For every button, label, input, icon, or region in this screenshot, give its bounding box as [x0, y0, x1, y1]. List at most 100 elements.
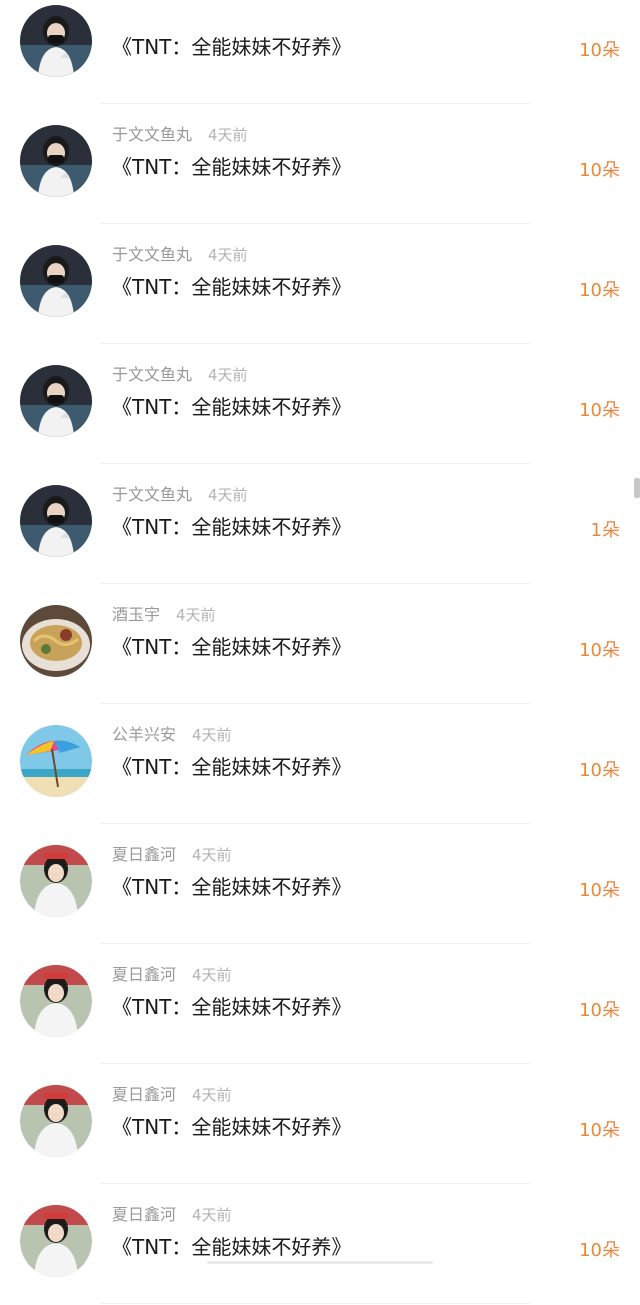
avatar[interactable]	[20, 125, 92, 197]
divider	[100, 463, 530, 464]
timestamp: 4天前	[208, 366, 248, 384]
book-title[interactable]: 《TNT：全能妹妹不好养》	[112, 151, 351, 183]
beach-umbrella-icon	[20, 725, 92, 797]
timestamp: 4天前	[192, 966, 232, 984]
girl-mask-icon	[20, 365, 92, 437]
timestamp: 4天前	[208, 126, 248, 144]
book-title[interactable]: 《TNT：全能妹妹不好养》	[112, 631, 351, 663]
avatar[interactable]	[20, 965, 92, 1037]
girl-mask-icon	[20, 5, 92, 77]
timestamp: 4天前	[208, 486, 248, 504]
noodle-bowl-icon	[20, 605, 92, 677]
list-item[interactable]: 公羊兴安 4天前《TNT：全能妹妹不好养》 10朵	[0, 705, 640, 825]
username[interactable]: 于文文鱼丸	[112, 365, 192, 384]
avatar[interactable]	[20, 485, 92, 557]
gift-amount: 10朵	[579, 160, 620, 181]
avatar[interactable]	[20, 725, 92, 797]
username[interactable]: 夏日鑫河	[112, 845, 176, 864]
username[interactable]: 于文文鱼丸	[112, 485, 192, 504]
home-indicator	[207, 1261, 433, 1264]
book-title[interactable]: 《TNT：全能妹妹不好养》	[112, 271, 351, 303]
gift-amount: 1朵	[590, 520, 620, 541]
book-title[interactable]: 《TNT：全能妹妹不好养》	[112, 1111, 351, 1143]
book-title[interactable]: 《TNT：全能妹妹不好养》	[112, 1231, 351, 1263]
user-meta: 于文文鱼丸 4天前	[112, 243, 248, 267]
user-meta: 于文文鱼丸 4天前	[112, 123, 248, 147]
costume-girl-icon	[20, 845, 92, 917]
book-title[interactable]: 《TNT：全能妹妹不好养》	[112, 511, 351, 543]
divider	[100, 1063, 530, 1064]
gift-amount: 10朵	[579, 40, 620, 61]
username[interactable]: 于文文鱼丸	[112, 125, 192, 144]
book-title[interactable]: 《TNT：全能妹妹不好养》	[112, 871, 351, 903]
gift-amount: 10朵	[579, 1240, 620, 1261]
avatar[interactable]	[20, 245, 92, 317]
timestamp: 4天前	[192, 1206, 232, 1224]
gift-amount: 10朵	[579, 1000, 620, 1021]
gift-amount: 10朵	[579, 760, 620, 781]
divider	[100, 1183, 530, 1184]
list-item[interactable]: 《TNT：全能妹妹不好养》 10朵	[0, 0, 640, 105]
divider	[100, 223, 530, 224]
list-item[interactable]: 于文文鱼丸 4天前《TNT：全能妹妹不好养》 10朵	[0, 225, 640, 345]
girl-mask-icon	[20, 245, 92, 317]
username[interactable]: 夏日鑫河	[112, 1205, 176, 1224]
book-title[interactable]: 《TNT：全能妹妹不好养》	[112, 991, 351, 1023]
divider	[100, 583, 530, 584]
costume-girl-icon	[20, 1085, 92, 1157]
list-item[interactable]: 于文文鱼丸 4天前《TNT：全能妹妹不好养》 1朵	[0, 465, 640, 585]
timestamp: 4天前	[192, 1086, 232, 1104]
divider	[100, 343, 530, 344]
girl-mask-icon	[20, 485, 92, 557]
username[interactable]: 公羊兴安	[112, 725, 176, 744]
user-meta: 于文文鱼丸 4天前	[112, 363, 248, 387]
divider	[100, 703, 530, 704]
username[interactable]: 夏日鑫河	[112, 1085, 176, 1104]
divider	[100, 103, 530, 104]
book-title[interactable]: 《TNT：全能妹妹不好养》	[112, 31, 351, 63]
user-meta: 夏日鑫河 4天前	[112, 843, 232, 867]
book-title[interactable]: 《TNT：全能妹妹不好养》	[112, 751, 351, 783]
list-item[interactable]: 夏日鑫河 4天前《TNT：全能妹妹不好养》 10朵	[0, 1065, 640, 1185]
avatar[interactable]	[20, 1085, 92, 1157]
girl-mask-icon	[20, 125, 92, 197]
avatar[interactable]	[20, 5, 92, 77]
username[interactable]: 于文文鱼丸	[112, 245, 192, 264]
list-item[interactable]: 酒玉宇 4天前《TNT：全能妹妹不好养》 10朵	[0, 585, 640, 705]
username[interactable]: 酒玉宇	[112, 605, 160, 624]
user-meta: 公羊兴安 4天前	[112, 723, 232, 747]
user-meta: 夏日鑫河 4天前	[112, 1203, 232, 1227]
gift-amount: 10朵	[579, 280, 620, 301]
avatar[interactable]	[20, 365, 92, 437]
user-meta	[112, 3, 128, 27]
divider	[100, 943, 530, 944]
list-item[interactable]: 夏日鑫河 4天前《TNT：全能妹妹不好养》 10朵	[0, 945, 640, 1065]
user-meta: 夏日鑫河 4天前	[112, 1083, 232, 1107]
user-meta: 于文文鱼丸 4天前	[112, 483, 248, 507]
user-meta: 夏日鑫河 4天前	[112, 963, 232, 987]
avatar[interactable]	[20, 605, 92, 677]
timestamp: 4天前	[192, 846, 232, 864]
user-meta: 酒玉宇 4天前	[112, 603, 216, 627]
username[interactable]: 夏日鑫河	[112, 965, 176, 984]
divider	[100, 1303, 530, 1304]
timestamp: 4天前	[176, 606, 216, 624]
list-item[interactable]: 夏日鑫河 4天前《TNT：全能妹妹不好养》 10朵	[0, 1185, 640, 1305]
divider	[100, 823, 530, 824]
avatar[interactable]	[20, 845, 92, 917]
timestamp: 4天前	[208, 246, 248, 264]
gift-amount: 10朵	[579, 640, 620, 661]
list-item[interactable]: 于文文鱼丸 4天前《TNT：全能妹妹不好养》 10朵	[0, 105, 640, 225]
scrollbar[interactable]	[634, 478, 640, 498]
avatar[interactable]	[20, 1205, 92, 1277]
list-item[interactable]: 于文文鱼丸 4天前《TNT：全能妹妹不好养》 10朵	[0, 345, 640, 465]
costume-girl-icon	[20, 965, 92, 1037]
book-title[interactable]: 《TNT：全能妹妹不好养》	[112, 391, 351, 423]
gift-amount: 10朵	[579, 880, 620, 901]
costume-girl-icon	[20, 1205, 92, 1277]
list-item[interactable]: 夏日鑫河 4天前《TNT：全能妹妹不好养》 10朵	[0, 825, 640, 945]
gift-amount: 10朵	[579, 400, 620, 421]
gift-amount: 10朵	[579, 1120, 620, 1141]
timestamp: 4天前	[192, 726, 232, 744]
gift-record-list: 《TNT：全能妹妹不好养》 10朵 于文文鱼丸 4天前 《TNT：全能妹妹不好养》 10朵…	[0, 0, 640, 1305]
